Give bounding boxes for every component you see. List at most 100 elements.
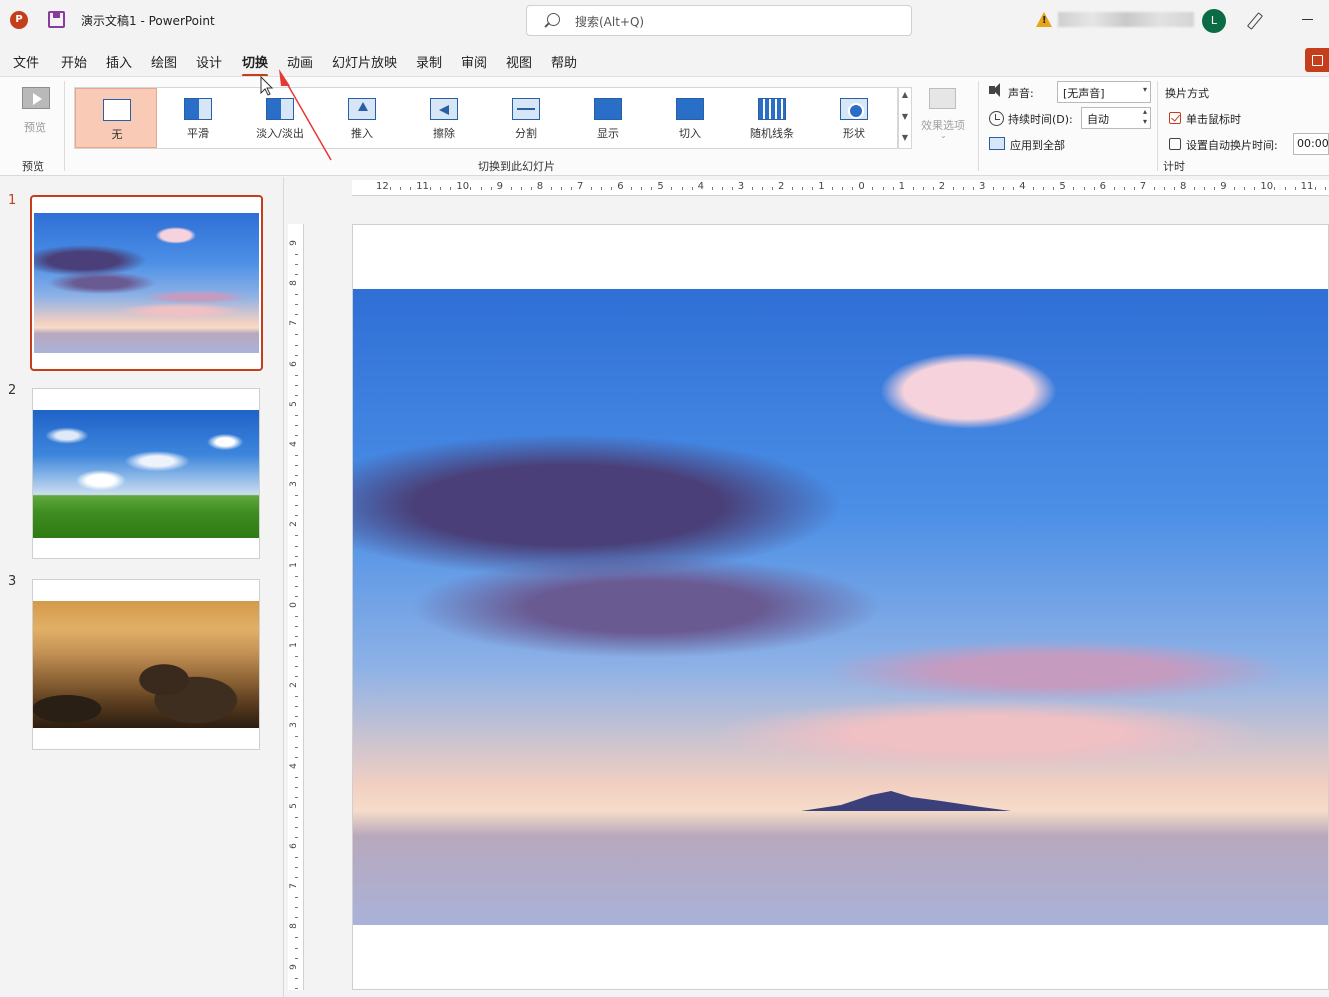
spin-up-icon[interactable]: ▴ (1143, 107, 1147, 116)
transition-push[interactable]: 推入 (321, 88, 403, 148)
ruler-tick (295, 786, 298, 788)
group-divider (64, 81, 65, 171)
ruler-tick (1093, 187, 1095, 190)
ruler-tick (430, 187, 432, 190)
tab-design[interactable]: 设计 (196, 52, 222, 71)
ruler-tick (721, 187, 723, 190)
ruler-tick (1234, 187, 1236, 190)
auto-advance-time[interactable]: 00:00 (1293, 133, 1329, 155)
ruler-tick-label: 11 (416, 181, 429, 192)
transition-random-bars[interactable]: 随机线条 (731, 88, 813, 148)
ruler-tick-label: 6 (1099, 181, 1106, 192)
ruler-tick (295, 696, 298, 698)
slide-number: 3 (8, 574, 17, 589)
transition-split[interactable]: 分割 (485, 88, 567, 148)
ruler-tick (611, 187, 613, 190)
ruler-tick (295, 264, 298, 266)
ruler-tick (952, 187, 954, 190)
apply-to-all-button[interactable]: 应用到全部 (1010, 137, 1065, 153)
ruler-tick (295, 354, 298, 356)
ruler-tick (1173, 187, 1175, 190)
ruler-tick-label: 6 (617, 181, 624, 192)
slide-thumbnail-1[interactable] (30, 195, 263, 371)
ruler-tick (450, 187, 452, 190)
on-click-checkbox[interactable] (1169, 112, 1181, 124)
ruler-tick (1013, 187, 1015, 190)
tab-transitions[interactable]: 切换 (242, 52, 269, 77)
ruler-tick (295, 756, 298, 758)
ruler-tick (641, 187, 643, 190)
tab-draw[interactable]: 绘图 (151, 52, 177, 71)
tab-slideshow[interactable]: 幻灯片放映 (332, 52, 397, 71)
search-icon (547, 13, 560, 26)
ruler-tick (295, 867, 298, 869)
transition-wipe[interactable]: 擦除 (403, 88, 485, 148)
ruler-tick (295, 384, 298, 386)
transition-cut[interactable]: 切入 (649, 88, 731, 148)
ruler-tick (1053, 187, 1055, 190)
ruler-tick-label: 7 (577, 181, 584, 192)
tab-record[interactable]: 录制 (416, 52, 442, 71)
ruler-tick-label: 7 (1139, 181, 1147, 192)
ruler-tick (295, 957, 298, 959)
account-name-blurred[interactable] (1058, 12, 1194, 27)
tab-help[interactable]: 帮助 (551, 52, 577, 71)
duration-spinner[interactable]: 自动 ▴ ▾ (1081, 107, 1151, 129)
save-icon[interactable] (48, 11, 65, 28)
tab-file[interactable]: 文件 (13, 52, 39, 71)
ruler-tick (832, 187, 834, 190)
minimize-icon[interactable] (1302, 19, 1313, 20)
transition-fade[interactable]: 淡入/淡出 (239, 88, 321, 148)
ruler-tick (295, 394, 298, 396)
spin-down-icon[interactable]: ▾ (1143, 117, 1147, 126)
ribbon: 预览 预览 无 平滑 淡入/淡出 推入 擦除 分割 显示 切入 随机线条 形状 … (0, 76, 1329, 176)
slide-thumbnail-2[interactable] (32, 388, 260, 559)
sound-dropdown[interactable]: [无声音] ▾ (1057, 81, 1151, 103)
ruler-tick-label: 4 (288, 762, 299, 769)
gallery-expand-icon[interactable]: ▼ (899, 133, 911, 143)
transition-none[interactable]: 无 (75, 88, 157, 148)
avatar[interactable]: L (1202, 9, 1226, 33)
ruler-tick (295, 796, 298, 798)
effect-options-button[interactable]: 效果选项 ⌄ (918, 87, 968, 147)
slide-thumbnail-3[interactable] (32, 579, 260, 750)
ruler-tick-label: 4 (288, 441, 299, 447)
gallery-scroll-up-icon[interactable]: ▲ (899, 90, 911, 100)
ruler-tick-label: 8 (288, 923, 299, 930)
tab-view[interactable]: 视图 (506, 52, 532, 71)
preview-button[interactable]: 预览 (18, 87, 54, 137)
designer-pen-icon[interactable] (1246, 12, 1264, 30)
tab-insert[interactable]: 插入 (106, 52, 132, 71)
ruler-tick-label: 11 (1300, 181, 1314, 192)
ruler-tick-label: 10 (456, 181, 470, 192)
slide-canvas[interactable] (352, 224, 1329, 990)
ruler-tick (751, 187, 753, 190)
ruler-tick (295, 987, 298, 989)
ruler-tick (295, 836, 298, 838)
search-box[interactable]: 搜索(Alt+Q) (526, 5, 912, 36)
ruler-tick (295, 495, 298, 497)
ruler-tick (295, 575, 298, 577)
transition-reveal[interactable]: 显示 (567, 88, 649, 148)
ruler-tick-label: 9 (1220, 181, 1227, 192)
slide-picture[interactable] (353, 289, 1328, 925)
transition-morph[interactable]: 平滑 (157, 88, 239, 148)
gallery-scroll-down-icon[interactable]: ▼ (899, 112, 911, 122)
none-transition-icon (103, 99, 131, 121)
ruler-tick (295, 937, 298, 939)
ruler-tick (1284, 187, 1286, 190)
ruler-tick (731, 187, 733, 190)
transition-shape[interactable]: 形状 (813, 88, 895, 148)
ruler-tick (470, 187, 472, 190)
warning-mark: ! (1042, 15, 1047, 26)
ruler-tick (1254, 187, 1256, 190)
ruler-tick (591, 187, 593, 190)
tab-home[interactable]: 开始 (61, 52, 87, 71)
tab-animations[interactable]: 动画 (287, 52, 313, 71)
share-button[interactable] (1305, 48, 1329, 72)
ruler-tick (962, 187, 964, 190)
auto-advance-checkbox[interactable] (1169, 138, 1181, 150)
ruler-tick (550, 187, 552, 190)
tab-review[interactable]: 审阅 (461, 52, 487, 71)
transition-label: 形状 (843, 127, 865, 140)
